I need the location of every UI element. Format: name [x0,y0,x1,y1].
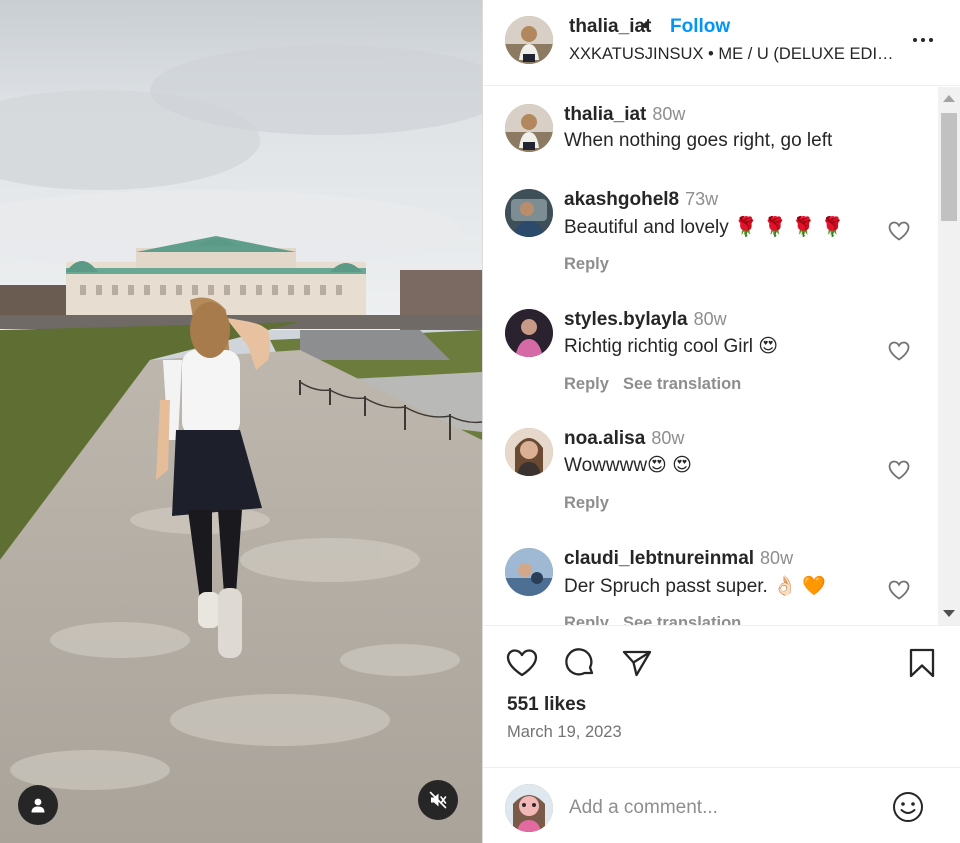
comment-composer [483,767,960,843]
comment-text: Der Spruch passt super. 👌🏻 🧡 [564,576,826,597]
more-options-button[interactable] [911,28,935,52]
comment-time: 80w [693,309,727,329]
scroll-down-arrow-icon[interactable] [943,610,955,617]
bookmark-icon[interactable] [905,646,939,680]
avatar-image [505,548,553,596]
more-options-icon [913,38,917,42]
see-translation-button[interactable]: See translation [623,375,741,393]
more-options-dot [921,38,925,42]
comment-like-icon[interactable] [887,458,911,482]
comment-actions: Reply See translation [564,375,755,394]
current-user-avatar [505,784,553,832]
commenter-avatar[interactable] [505,428,553,476]
reply-button[interactable]: Reply [564,255,609,273]
scroll-up-arrow-icon[interactable] [943,95,955,102]
username-text[interactable]: styles.bylayla [564,309,688,330]
commenter-avatar[interactable] [505,104,553,152]
post-media[interactable] [0,0,482,843]
post-photo [0,0,482,843]
comment-like-icon[interactable] [887,219,911,243]
comment-username[interactable]: styles.bylayla 80w [564,309,727,331]
post-actions: 551 likes March 19, 2023 [483,625,960,745]
more-options-dot [929,38,933,42]
comments-list[interactable]: thalia_iat 80w When nothing goes right, g… [483,87,960,625]
audio-muted-icon [429,791,447,809]
comment-text: Richtig richtig cool Girl 😍 [564,336,779,357]
comment-time: 80w [760,548,794,568]
scrollbar-thumb[interactable] [941,113,957,221]
commenter-avatar[interactable] [505,309,553,357]
see-translation-button[interactable]: See translation [623,614,741,625]
author-avatar[interactable] [505,16,553,64]
comment-text: Beautiful and lovely 🌹 🌹 🌹 🌹 [564,217,845,238]
comment-username[interactable]: akashgohel8 73w [564,189,718,211]
comment-actions: Reply [564,494,623,513]
comment-input[interactable] [569,794,869,822]
post-date: March 19, 2023 [507,723,622,741]
username-text[interactable]: noa.alisa [564,428,645,449]
header-separator: • [642,16,649,37]
comment-username[interactable]: thalia_iat 80w [564,104,685,126]
reply-button[interactable]: Reply [564,375,609,393]
comment-bubble-icon[interactable] [563,646,597,680]
commenter-avatar[interactable] [505,189,553,237]
username-text[interactable]: akashgohel8 [564,189,679,210]
heart-outline-icon[interactable] [505,646,539,680]
likes-count[interactable]: 551 likes [507,694,586,716]
audio-mute-button[interactable] [418,780,458,820]
comment-like-icon[interactable] [887,339,911,363]
user-tag-button[interactable] [18,785,58,825]
avatar-image [505,16,553,64]
comment-time: 80w [651,428,685,448]
commenter-avatar[interactable] [505,548,553,596]
comment-time: 80w [652,104,686,124]
reply-button[interactable]: Reply [564,614,609,625]
avatar-image [505,428,553,476]
user-tag-icon [31,798,45,813]
avatar-image [505,309,553,357]
post-header: thalia_iat • Follow XXKATUSJINSUX • ME /… [483,0,960,86]
avatar-image [505,104,553,152]
comment-time: 73w [685,189,719,209]
avatar-image [505,784,553,832]
comment-actions: Reply See translation [564,614,755,625]
comment-username[interactable]: claudi_lebtnureinmal 80w [564,548,793,570]
reply-button[interactable]: Reply [564,494,609,512]
comment-username[interactable]: noa.alisa 80w [564,428,684,450]
post-panel: thalia_iat • Follow XXKATUSJINSUX • ME /… [482,0,960,843]
audio-track-link[interactable]: XXKATUSJINSUX • ME / U (DELUXE EDITION) [569,45,899,64]
emoji-smile-icon[interactable] [891,790,925,824]
paper-plane-icon[interactable] [620,646,654,680]
comment-like-icon[interactable] [887,578,911,602]
username-text[interactable]: claudi_lebtnureinmal [564,548,754,569]
username-text[interactable]: thalia_iat [564,104,646,125]
author-username[interactable]: thalia_iat [569,16,651,38]
comment-text: When nothing goes right, go left [564,130,833,151]
comment-actions: Reply [564,255,623,274]
comments-scrollbar[interactable] [938,87,960,625]
avatar-image [505,189,553,237]
comment-text: Wowwww😍 😍 [564,455,692,476]
follow-button[interactable]: Follow [670,16,730,38]
